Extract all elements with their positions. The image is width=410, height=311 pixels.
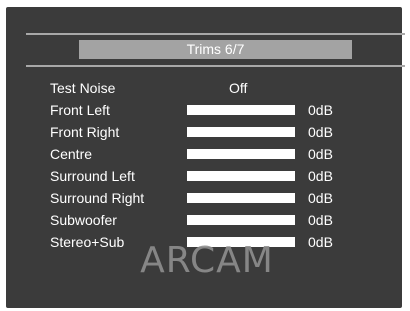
- osd-screen: Trims 6/7 Test Noise Off Front Left 0dB …: [6, 7, 405, 308]
- front-left-value: 0dB: [308, 102, 333, 118]
- subwoofer-level-bar[interactable]: [187, 215, 295, 225]
- menu-title: Trims 6/7: [79, 40, 352, 59]
- stereo-sub-label: Stereo+Sub: [50, 234, 125, 250]
- subwoofer-row[interactable]: Subwoofer 0dB: [6, 209, 402, 231]
- centre-label: Centre: [50, 146, 93, 162]
- surround-right-row[interactable]: Surround Right 0dB: [6, 187, 402, 209]
- bottom-divider: [26, 65, 405, 67]
- front-left-label: Front Left: [50, 102, 110, 118]
- surround-left-row[interactable]: Surround Left 0dB: [6, 165, 402, 187]
- centre-value: 0dB: [308, 146, 333, 162]
- centre-level-bar[interactable]: [187, 149, 295, 159]
- centre-row[interactable]: Centre 0dB: [6, 143, 402, 165]
- surround-right-value: 0dB: [308, 190, 333, 206]
- test-noise-row[interactable]: Test Noise Off: [6, 77, 402, 99]
- front-right-level-bar[interactable]: [187, 127, 295, 137]
- arcam-logo: ARCAM: [140, 240, 274, 281]
- surround-right-level-bar[interactable]: [187, 193, 295, 203]
- top-divider: [26, 33, 405, 35]
- front-right-row[interactable]: Front Right 0dB: [6, 121, 402, 143]
- surround-left-value: 0dB: [308, 168, 333, 184]
- subwoofer-label: Subwoofer: [50, 212, 117, 228]
- surround-left-label: Surround Left: [50, 168, 135, 184]
- test-noise-label: Test Noise: [50, 80, 116, 96]
- subwoofer-value: 0dB: [308, 212, 333, 228]
- front-left-row[interactable]: Front Left 0dB: [6, 99, 402, 121]
- test-noise-value: Off: [229, 80, 248, 96]
- surround-left-level-bar[interactable]: [187, 171, 295, 181]
- front-right-value: 0dB: [308, 124, 333, 140]
- surround-right-label: Surround Right: [50, 190, 145, 206]
- front-right-label: Front Right: [50, 124, 120, 140]
- front-left-level-bar[interactable]: [187, 105, 295, 115]
- stereo-sub-value: 0dB: [308, 234, 333, 250]
